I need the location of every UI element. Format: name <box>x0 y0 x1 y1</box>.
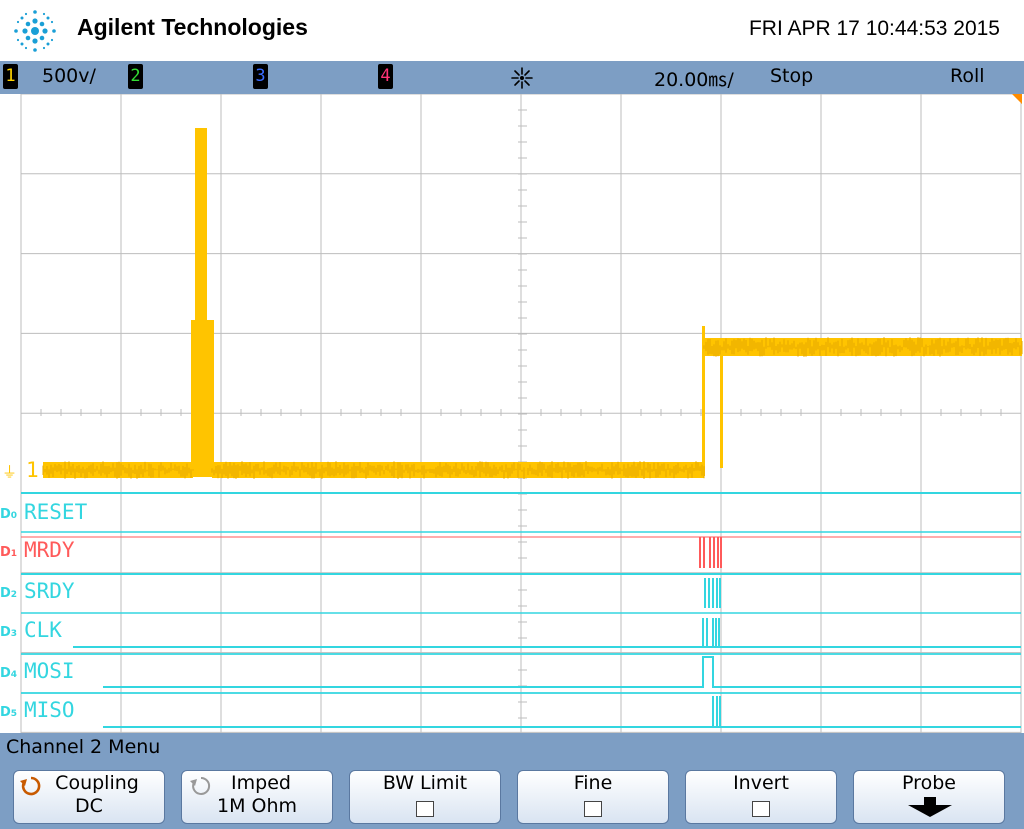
digital-channel-d3-id: D3 <box>0 625 18 640</box>
channel-1-marker[interactable]: 1 <box>26 458 39 482</box>
channel-1-indicator[interactable]: 1 <box>3 64 18 89</box>
channel-1-scale: 500ⅴ/ <box>42 65 96 87</box>
d4-trace <box>103 656 1021 688</box>
fine-checkbox-icon[interactable] <box>584 801 602 817</box>
waveform-canvas <box>20 94 1023 733</box>
impedance-label: Imped <box>231 772 291 794</box>
horizontal-position-marker <box>1012 94 1022 104</box>
digital-channel-d5-id: D5 <box>0 705 18 720</box>
acquisition-mode: Roll <box>950 65 985 87</box>
d1-pulses <box>699 537 722 568</box>
digital-channel-d4-id: D4 <box>0 666 18 681</box>
coupling-value: DC <box>75 795 103 817</box>
timebase-scale: 20.00㎳/ <box>654 69 734 91</box>
channel-4-indicator[interactable]: 4 <box>378 64 393 89</box>
trace-edge <box>720 344 723 468</box>
probe-label: Probe <box>902 772 956 794</box>
d2-pulses <box>704 578 721 608</box>
digital-channel-d1-id: D1 <box>0 545 18 560</box>
arrow-down-icon <box>908 797 952 817</box>
waveform-display[interactable]: ⏚ 1 D0 RESET D1 MRDY D2 SRDY D3 CLK D4 M… <box>0 94 1024 733</box>
digital-channel-d0-id: D0 <box>0 507 18 522</box>
menu-title: Channel 2 Menu <box>6 736 161 758</box>
channel-3-indicator[interactable]: 3 <box>253 64 268 89</box>
d3-pulses <box>702 618 720 647</box>
graticule-grid <box>20 94 1022 733</box>
header: Agilent Technologies FRI APR 17 10:44:53… <box>0 0 1024 61</box>
trace-pulse-peak <box>195 128 207 324</box>
fine-softkey[interactable]: Fine <box>517 770 669 824</box>
probe-softkey[interactable]: Probe <box>853 770 1005 824</box>
bw-limit-label: BW Limit <box>382 772 468 794</box>
bw-limit-checkbox-icon[interactable] <box>416 801 434 817</box>
coupling-label: Coupling <box>55 772 139 794</box>
fine-label: Fine <box>573 772 613 794</box>
invert-label: Invert <box>733 772 789 794</box>
trace-pulse-base <box>191 320 214 477</box>
digital-channel-d3-label: CLK <box>24 618 62 642</box>
digital-channel-d1-label: MRDY <box>24 538 75 562</box>
ground-symbol-icon: ⏚ <box>2 463 18 481</box>
digital-channel-d4-label: MOSI <box>24 659 75 683</box>
invert-checkbox-icon[interactable] <box>752 801 770 817</box>
digital-channel-d5-label: MISO <box>24 698 75 722</box>
softkey-menu: Channel 2 Menu Coupling DC Imped 1M Ohm … <box>0 733 1024 829</box>
datetime: FRI APR 17 10:44:53 2015 <box>748 17 1000 40</box>
agilent-logo-icon <box>14 10 56 52</box>
impedance-softkey[interactable]: Imped 1M Ohm <box>181 770 333 824</box>
digital-channel-d2-id: D2 <box>0 586 18 601</box>
digital-channel-d2-label: SRDY <box>24 579 75 603</box>
bw-limit-softkey[interactable]: BW Limit <box>349 770 501 824</box>
status-bar: 1 500ⅴ/ 2 3 4 20.00㎳/ Stop Roll <box>0 61 1024 94</box>
coupling-softkey[interactable]: Coupling DC <box>13 770 165 824</box>
impedance-value: 1M Ohm <box>216 795 298 817</box>
channel-1-trace <box>42 128 1023 479</box>
run-state: Stop <box>770 65 814 87</box>
invert-softkey[interactable]: Invert <box>685 770 837 824</box>
channel-2-indicator[interactable]: 2 <box>128 64 143 89</box>
digital-channel-d0-label: RESET <box>24 500 88 524</box>
brand-name: Agilent Technologies <box>77 14 308 40</box>
trigger-status-icon <box>511 67 533 89</box>
d5-trace <box>103 696 1021 728</box>
